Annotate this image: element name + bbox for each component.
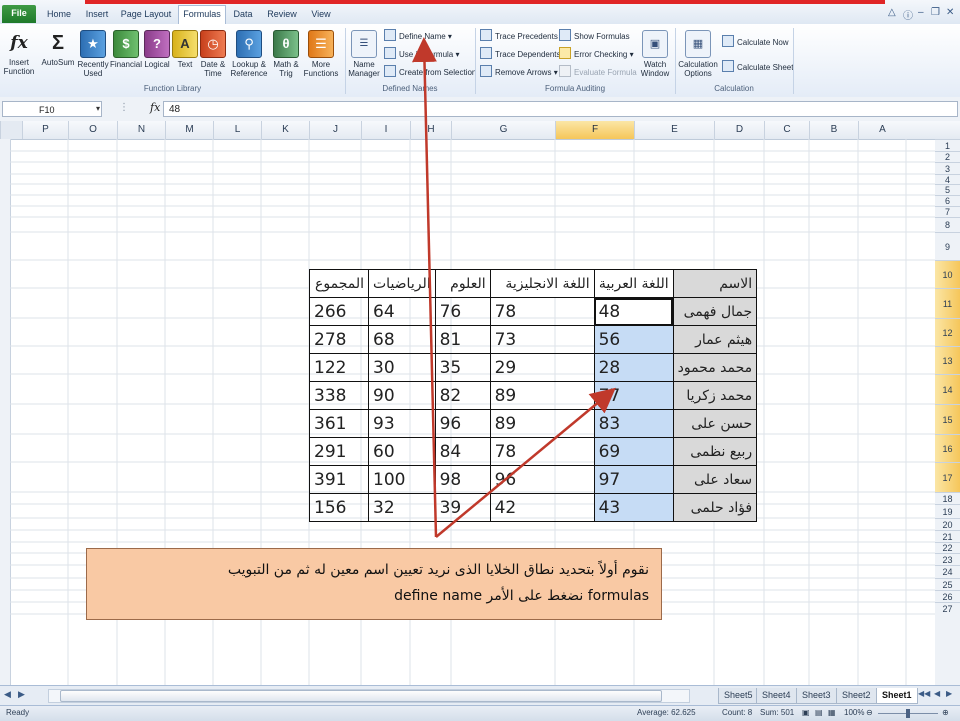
status-sum: Sum: 501: [760, 708, 795, 717]
page-break-view-icon[interactable]: ▦: [828, 708, 836, 717]
zoom-out-icon[interactable]: ⊖: [866, 708, 873, 717]
sheet-tab[interactable]: Sheet4: [756, 688, 797, 704]
arrow-to-selection: [435, 387, 616, 538]
scroll-right-icon[interactable]: ▶: [18, 689, 25, 700]
first-sheet-icon[interactable]: ◀◀: [918, 689, 930, 698]
sheet-tab[interactable]: Sheet3: [796, 688, 837, 704]
status-ready: Ready: [6, 708, 30, 717]
sheet-tab[interactable]: Sheet2: [836, 688, 877, 704]
horizontal-scroll-thumb[interactable]: [60, 690, 662, 702]
sheet-tab[interactable]: Sheet5: [718, 688, 759, 704]
arrow-to-define-name: [411, 37, 438, 538]
scroll-left-icon[interactable]: ◀: [4, 689, 11, 700]
page-layout-view-icon[interactable]: ▤: [815, 708, 823, 717]
status-count: Count: 8: [722, 708, 753, 717]
next-sheet-icon[interactable]: ▶: [946, 689, 952, 698]
normal-view-icon[interactable]: ▣: [802, 708, 810, 717]
annotation-arrows: [411, 37, 616, 538]
zoom-level[interactable]: 100%: [844, 708, 864, 717]
status-bar: Ready Average: 62.625 Count: 8 Sum: 501 …: [0, 705, 960, 721]
sheet-tab[interactable]: Sheet1: [876, 688, 918, 704]
prev-sheet-icon[interactable]: ◀: [934, 689, 940, 698]
status-average: Average: 62.625: [637, 708, 696, 717]
zoom-in-icon[interactable]: ⊕: [942, 708, 949, 717]
zoom-slider-thumb[interactable]: [906, 709, 910, 718]
